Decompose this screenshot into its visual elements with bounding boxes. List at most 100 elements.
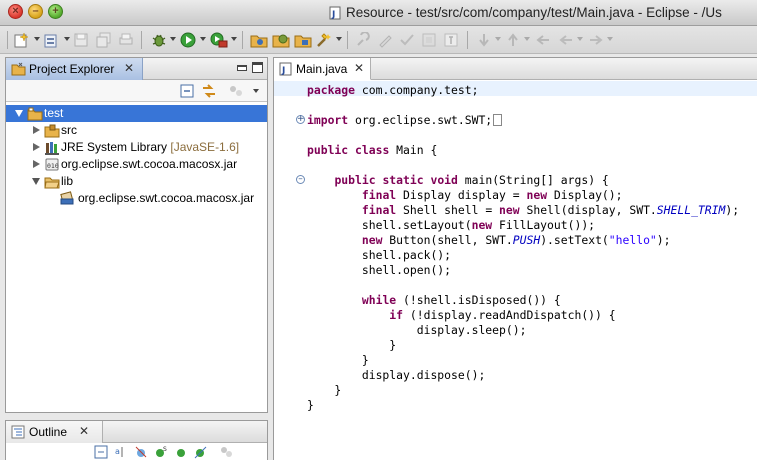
- last-edit-icon[interactable]: [535, 32, 551, 48]
- toggle-mark-icon[interactable]: [399, 32, 415, 48]
- hide-non-public-icon[interactable]: [174, 445, 188, 459]
- code-line: public static void main(String[] args) {: [334, 173, 609, 187]
- project-explorer-tabbar: Project Explorer ✕: [6, 58, 267, 80]
- minimize-window-button[interactable]: –: [28, 4, 43, 19]
- tree-item-lib-swt-jar[interactable]: org.eclipse.swt.cocoa.macosx.jar: [6, 190, 267, 207]
- tab-main-java[interactable]: J Main.java ✕: [274, 58, 371, 80]
- outline-icon: [11, 425, 25, 439]
- save-all-icon[interactable]: [96, 32, 112, 48]
- open-folder-icon[interactable]: [294, 32, 312, 48]
- tree-item-decoration: [JavaSE-1.6]: [170, 140, 240, 154]
- pen-icon[interactable]: [377, 32, 393, 48]
- tree-item-label: JRE System Library: [61, 140, 168, 154]
- project-explorer-view-toolbar: [6, 80, 267, 102]
- hide-local-types-icon[interactable]: [194, 445, 208, 459]
- tab-project-explorer[interactable]: Project Explorer ✕: [6, 58, 143, 80]
- tree-item-label: org.eclipse.swt.cocoa.macosx.jar: [61, 157, 238, 171]
- save-icon[interactable]: [73, 32, 89, 48]
- block-selection-icon[interactable]: [421, 32, 437, 48]
- editor-tabbar: J Main.java ✕: [274, 58, 757, 80]
- tree-item-lib[interactable]: lib: [6, 173, 267, 190]
- collapsed-arrow-icon[interactable]: [33, 160, 40, 168]
- collapse-all-icon[interactable]: [94, 445, 108, 459]
- svg-text:a: a: [115, 447, 120, 456]
- minimize-view-icon[interactable]: [237, 65, 247, 71]
- prev-annotation-icon[interactable]: [505, 32, 521, 48]
- view-menu-icon[interactable]: [219, 445, 233, 459]
- code-line: package com.company.test;: [307, 83, 479, 97]
- expanded-arrow-icon[interactable]: [32, 178, 40, 185]
- link-with-editor-icon[interactable]: [201, 84, 217, 98]
- search-icon[interactable]: [316, 32, 334, 48]
- editor-tab-label: Main.java: [296, 62, 348, 76]
- close-icon[interactable]: ✕: [124, 61, 134, 75]
- zoom-window-button[interactable]: +: [48, 4, 63, 19]
- collapsed-arrow-icon[interactable]: [33, 143, 40, 151]
- window-title: Resource - test/src/com/company/test/Mai…: [346, 5, 722, 20]
- close-window-button[interactable]: ×: [8, 4, 23, 19]
- sort-icon[interactable]: a: [114, 445, 128, 459]
- project-explorer-label: Project Explorer: [29, 62, 115, 76]
- view-menu-icon[interactable]: [228, 84, 244, 98]
- tree-item-swt-jar[interactable]: 010 org.eclipse.swt.cocoa.macosx.jar: [6, 156, 267, 173]
- next-annotation-icon[interactable]: [476, 32, 492, 48]
- code-line: final Shell shell = new Shell(display, S…: [361, 203, 740, 217]
- library-icon: [45, 142, 59, 155]
- forward-icon[interactable]: [588, 32, 604, 48]
- collapsed-arrow-icon[interactable]: [33, 126, 40, 134]
- title-bar: × – + J Resource - test/src/com/company/…: [0, 0, 757, 26]
- expanded-arrow-icon[interactable]: [15, 110, 23, 117]
- open-task-icon[interactable]: [272, 32, 290, 48]
- svg-text:J: J: [331, 10, 335, 20]
- close-icon[interactable]: ✕: [79, 424, 89, 438]
- code-line: final Display display = new Display();: [361, 188, 623, 202]
- svg-text:J: J: [281, 66, 285, 76]
- code-line: shell.pack();: [307, 248, 452, 262]
- tree-item-test[interactable]: test: [6, 105, 267, 122]
- show-whitespace-icon[interactable]: [443, 32, 459, 48]
- hide-static-icon[interactable]: S: [154, 445, 168, 459]
- editor-ruler: + –: [274, 81, 305, 460]
- open-type-icon[interactable]: [250, 32, 268, 48]
- code-line: }: [307, 398, 314, 412]
- tree-item-label: test: [44, 106, 64, 120]
- code-line: shell.setLayout(new FillLayout());: [307, 218, 596, 232]
- print-icon[interactable]: [118, 32, 134, 48]
- maximize-view-icon[interactable]: [252, 62, 263, 73]
- code-line: import org.eclipse.swt.SWT;: [307, 113, 503, 128]
- java-file-icon: J: [329, 6, 341, 20]
- source-folder-icon: [44, 124, 60, 138]
- outline-view: Outline ✕ a S: [5, 420, 268, 460]
- external-tools-icon[interactable]: [210, 32, 228, 48]
- folder-icon: [44, 177, 60, 189]
- tree-item-jre-system-library[interactable]: JRE System Library [JavaSE-1.6]: [6, 139, 267, 156]
- outline-label: Outline: [29, 425, 68, 439]
- project-folder-icon: [27, 107, 43, 121]
- svg-text:010: 010: [47, 162, 59, 170]
- debug-icon[interactable]: [150, 32, 168, 48]
- project-tree: test src JRE System Library [JavaSE-1.6]: [6, 103, 267, 412]
- code-line: display.sleep();: [307, 323, 527, 337]
- code-line: }: [307, 383, 342, 397]
- code-area[interactable]: package com.company.test; import org.ecli…: [274, 81, 757, 460]
- close-icon[interactable]: ✕: [354, 61, 364, 75]
- code-line: while (!shell.isDisposed()) {: [361, 293, 561, 307]
- run-icon[interactable]: [180, 32, 198, 48]
- svg-text:S: S: [163, 446, 167, 453]
- tree-item-src[interactable]: src: [6, 122, 267, 139]
- new-icon[interactable]: [14, 32, 32, 48]
- project-explorer-view: Project Explorer ✕ test src JRE System L…: [5, 57, 268, 413]
- collapse-all-icon[interactable]: [180, 84, 194, 98]
- code-line: if (!display.readAndDispatch()) {: [389, 308, 616, 322]
- code-line: }: [307, 338, 397, 352]
- main-toolbar: [0, 26, 757, 54]
- jar-icon: 010: [45, 158, 59, 171]
- hide-fields-icon[interactable]: [134, 445, 148, 459]
- back-icon[interactable]: [558, 32, 574, 48]
- new-dropdown-icon[interactable]: [44, 32, 62, 48]
- annotation-icon[interactable]: [355, 32, 371, 48]
- tree-item-label: lib: [61, 174, 74, 188]
- code-line: public class Main {: [307, 143, 438, 157]
- tab-outline[interactable]: Outline ✕: [6, 421, 103, 443]
- java-file-icon: J: [279, 62, 292, 76]
